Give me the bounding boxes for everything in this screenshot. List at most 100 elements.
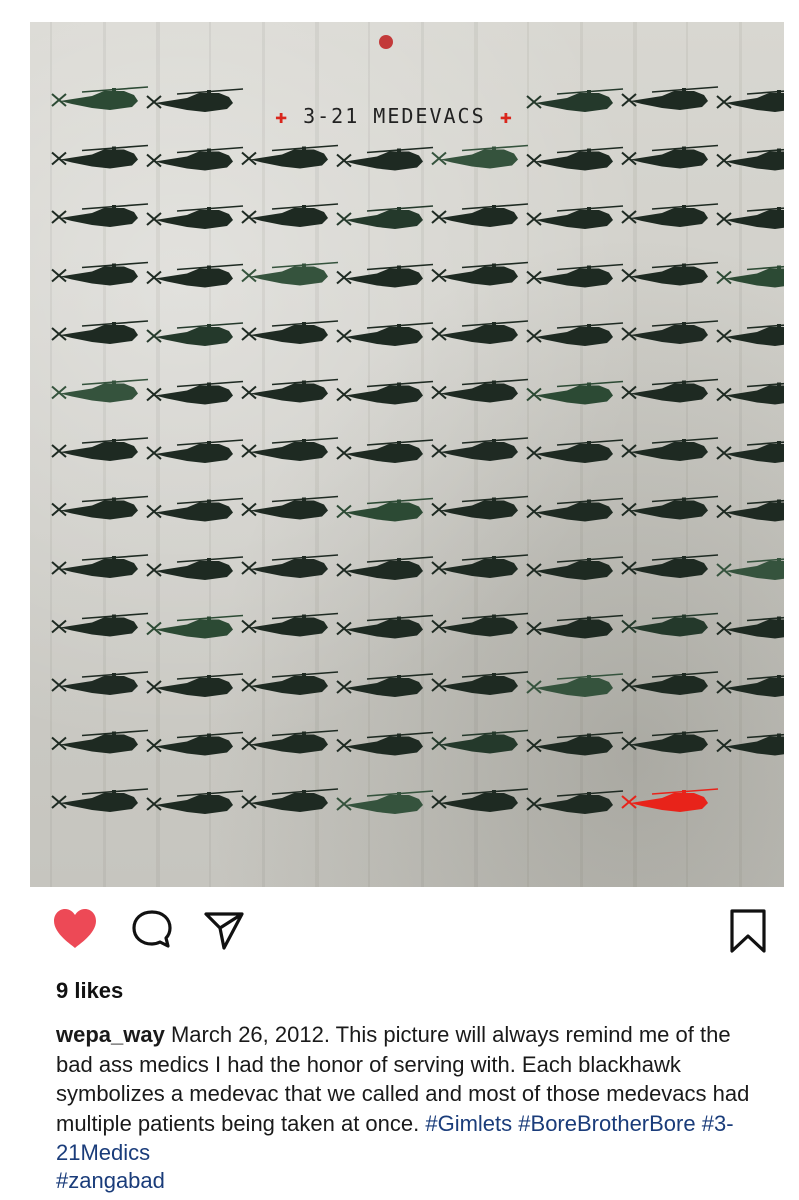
helicopter-icon	[526, 556, 624, 580]
username-link[interactable]: wepa_way	[56, 1022, 165, 1047]
helicopter-icon	[716, 90, 784, 112]
helicopter-icon	[716, 207, 784, 229]
helicopter-icon	[146, 439, 244, 463]
helicopter-icon	[336, 614, 434, 639]
helicopter-icon	[336, 380, 434, 405]
helicopter-icon	[241, 144, 339, 169]
helicopter-icon	[241, 495, 339, 520]
helicopter-icon	[146, 380, 244, 405]
helicopter-icon	[146, 790, 244, 814]
helicopter-icon	[336, 497, 434, 522]
helicopter-icon	[431, 203, 529, 227]
helicopter-icon	[526, 790, 624, 814]
helicopter-icon	[336, 790, 434, 814]
helicopter-icon	[241, 729, 339, 754]
red-cross-left-icon: ✚	[275, 104, 290, 128]
helicopter-icon	[146, 205, 244, 229]
hashtag-link[interactable]: #zangabad	[56, 1168, 165, 1193]
helicopter-icon	[336, 263, 434, 288]
helicopter-icon	[431, 729, 529, 754]
post-photo[interactable]: ✚ 3-21 MEDEVACS ✚	[30, 22, 784, 887]
helicopter-icon	[526, 322, 624, 346]
post-actions	[52, 908, 772, 958]
red-stencil-mark	[379, 35, 393, 49]
hashtag-link[interactable]: #BoreBrotherBore	[518, 1111, 695, 1136]
helicopter-icon	[716, 148, 784, 171]
helicopter-icon	[241, 788, 339, 812]
post-caption: wepa_way March 26, 2012. This picture wi…	[56, 1020, 766, 1168]
caption-overflow: #zangabad	[56, 1166, 766, 1200]
share-icon[interactable]	[202, 908, 246, 957]
helicopter-icon	[716, 382, 784, 405]
bookmark-icon[interactable]	[728, 908, 768, 959]
helicopter-icon	[241, 554, 339, 578]
helicopter-icon	[51, 495, 149, 520]
likes-count[interactable]: 9 likes	[56, 978, 123, 1004]
helicopter-icon	[526, 146, 624, 171]
helicopter-icon	[526, 380, 624, 405]
helicopter-icon	[51, 203, 149, 227]
helicopter-icon	[431, 612, 529, 637]
helicopter-icon	[51, 671, 149, 695]
helicopter-icon	[241, 378, 339, 403]
helicopter-icon	[146, 322, 244, 346]
helicopter-icon	[431, 378, 529, 403]
helicopter-icon	[716, 558, 784, 580]
helicopter-icon	[716, 675, 784, 697]
helicopter-icon	[146, 614, 244, 639]
helicopter-icon	[241, 320, 339, 344]
comment-icon[interactable]	[130, 908, 174, 957]
helicopter-icon	[146, 88, 244, 112]
helicopter-icon	[716, 324, 784, 346]
helicopter-icon	[146, 731, 244, 756]
helicopter-icon	[716, 265, 784, 288]
helicopter-icon	[431, 320, 529, 344]
helicopter-icon	[336, 146, 434, 171]
helicopter-icon	[336, 673, 434, 697]
helicopter-icon	[526, 88, 624, 112]
helicopter-icon	[526, 263, 624, 288]
helicopter-icon	[431, 495, 529, 520]
helicopter-icon	[51, 729, 149, 754]
helicopter-icon	[526, 497, 624, 522]
helicopter-icon	[336, 556, 434, 580]
helicopter-icon	[336, 322, 434, 346]
helicopter-icon	[526, 205, 624, 229]
helicopter-icon	[51, 144, 149, 169]
hashtag-link[interactable]: #Gimlets	[425, 1111, 512, 1136]
helicopter-icon	[51, 437, 149, 461]
red-cross-right-icon: ✚	[499, 104, 514, 128]
helicopter-icon	[431, 144, 529, 169]
helicopter-icon	[241, 671, 339, 695]
helicopter-icon	[241, 261, 339, 286]
helicopter-icon	[431, 437, 529, 461]
helicopter-icon	[146, 497, 244, 522]
helicopter-icon	[51, 788, 149, 812]
helicopter-icon	[146, 263, 244, 288]
helicopter-icon	[336, 439, 434, 463]
helicopter-icon	[716, 499, 784, 522]
helicopter-icon	[51, 554, 149, 578]
helicopter-icon	[146, 146, 244, 171]
helicopter-icon	[336, 731, 434, 756]
helicopter-icon	[431, 261, 529, 286]
helicopter-icon	[51, 320, 149, 344]
helicopter-icon	[146, 556, 244, 580]
wall-title-text: 3-21 MEDEVACS	[303, 104, 486, 128]
helicopter-icon	[431, 788, 529, 812]
helicopter-icon	[716, 733, 784, 756]
wall-title: ✚ 3-21 MEDEVACS ✚	[275, 104, 514, 128]
helicopter-icon	[241, 612, 339, 637]
helicopter-icon	[51, 378, 149, 403]
helicopter-icon	[336, 205, 434, 229]
helicopter-icon	[526, 731, 624, 756]
heart-icon[interactable]	[52, 908, 98, 955]
helicopter-icon	[716, 616, 784, 639]
helicopter-icon	[526, 673, 624, 697]
helicopter-icon	[431, 554, 529, 578]
helicopter-icon	[51, 612, 149, 637]
helicopter-icon	[716, 441, 784, 463]
helicopter-icon	[241, 437, 339, 461]
helicopter-icon	[51, 86, 149, 110]
helicopter-icon	[51, 261, 149, 286]
